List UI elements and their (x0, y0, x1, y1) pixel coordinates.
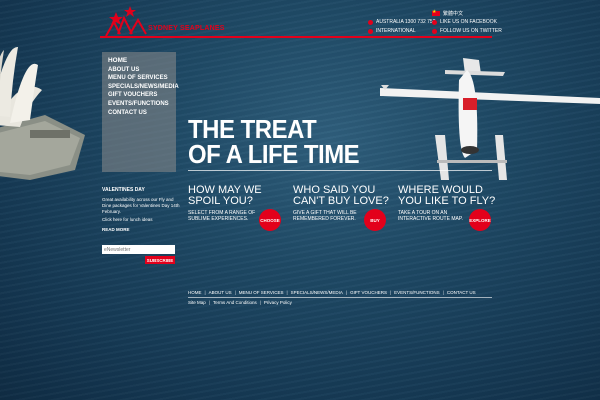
china-flag-icon (432, 9, 440, 16)
choose-button[interactable]: CHOOSE (259, 209, 281, 231)
nav-item-gift-vouchers[interactable]: GIFT VOUCHERS (108, 91, 176, 100)
seaplane-image (380, 58, 600, 180)
footer-link-home[interactable]: HOME (188, 290, 202, 295)
promo-love: WHO SAID YOU CAN'T BUY LOVE? GIVE A GIFT… (293, 185, 391, 231)
header-rule (100, 36, 492, 38)
promo-title: CAN'T BUY LOVE? (293, 195, 389, 207)
twitter-link[interactable]: FOLLOW US ON TWITTER (432, 28, 502, 34)
facebook-link[interactable]: LIKE US ON FACEBOOK (432, 19, 497, 25)
explore-button[interactable]: EXPLORE (469, 209, 491, 231)
promo-title: SPOIL YOU? (188, 195, 253, 207)
twitter-icon (432, 28, 437, 34)
international-link[interactable]: INTERNATIONAL (368, 28, 416, 34)
read-more-link[interactable]: READ MORE (102, 227, 180, 232)
hero-headline: THE TREAT OF A LIFE TIME (188, 116, 360, 169)
terms-link[interactable]: Terms And Conditions (213, 300, 257, 305)
nav-item-contact-us[interactable]: CONTACT US (108, 109, 176, 118)
news-body: Great availability across our Fly and Di… (102, 197, 180, 214)
buy-button[interactable]: BUY (364, 209, 386, 231)
facebook-icon (432, 19, 437, 25)
privacy-link[interactable]: Privacy Policy (264, 300, 292, 305)
nav-item-home[interactable]: HOME (108, 57, 176, 66)
opera-house-image (0, 46, 85, 180)
footer-link-contact-us[interactable]: CONTACT US (447, 290, 476, 295)
promo-description: GIVE A GIFT THAT WILL BE REMEMBERED FORE… (293, 210, 357, 222)
facebook-label: LIKE US ON FACEBOOK (440, 19, 497, 25)
promo-description: TAKE A TOUR ON AN INTERACTIVE ROUTE MAP. (398, 210, 463, 222)
news-panel: VALENTINES DAY Great availability across… (102, 187, 180, 232)
footer-link-specials[interactable]: SPECIALS/NEWS/MEDIA (291, 290, 343, 295)
promo-title: YOU LIKE TO FLY? (398, 195, 496, 207)
footer-nav: HOME | ABOUT US | MENU OF SERVICES | SPECIA… (188, 290, 476, 295)
nav-item-menu-of-services[interactable]: MENU OF SERVICES (108, 74, 176, 83)
main-nav: HOME ABOUT US MENU OF SERVICES SPECIALS/… (102, 52, 179, 172)
phone-label: AUSTRALIA 1300 732 752 (376, 19, 436, 25)
hero-divider (188, 170, 492, 171)
nav-item-specials[interactable]: SPECIALS/NEWS/MEDIA (108, 83, 179, 92)
promo-fly: WHERE WOULD YOU LIKE TO FLY? TAKE A TOUR… (398, 185, 496, 231)
nav-item-about-us[interactable]: ABOUT US (108, 66, 176, 75)
footer-link-about-us[interactable]: ABOUT US (209, 290, 232, 295)
globe-icon (368, 28, 373, 34)
promo-description: SELECT FROM A RANGE OF SUBLIME EXPERIENC… (188, 210, 256, 222)
newsletter-input[interactable] (102, 245, 175, 254)
chinese-link-label: 繁體中文 (443, 11, 464, 17)
international-label: INTERNATIONAL (376, 28, 416, 34)
phone-icon (368, 19, 373, 25)
news-heading: VALENTINES DAY (102, 187, 145, 193)
hero-line-2: OF A LIFE TIME (188, 139, 360, 169)
nav-item-events[interactable]: EVENTS/FUNCTIONS (108, 100, 176, 109)
brand-name: SYDNEY SEAPLANES (148, 25, 225, 32)
footer-link-events[interactable]: EVENTS/FUNCTIONS (394, 290, 440, 295)
phone-australia: AUSTRALIA 1300 732 752 (368, 19, 436, 25)
news-link[interactable]: Click here for lunch ideas (102, 217, 180, 222)
footer-divider (188, 297, 492, 298)
twitter-label: FOLLOW US ON TWITTER (440, 28, 502, 34)
footer-sub-nav: Site Map | Terms And Conditions | Privacy … (188, 300, 292, 305)
footer-link-menu-of-services[interactable]: MENU OF SERVICES (239, 290, 284, 295)
sydney-seaplanes-logo (105, 6, 147, 37)
footer-link-gift-vouchers[interactable]: GIFT VOUCHERS (350, 290, 387, 295)
site-map-link[interactable]: Site Map (188, 300, 206, 305)
subscribe-button[interactable]: SUBSCRIBE (145, 256, 175, 264)
promo-spoil: HOW MAY WE SPOIL YOU? SELECT FROM A RANG… (188, 185, 286, 231)
chinese-link[interactable]: 繁體中文 (432, 9, 464, 17)
